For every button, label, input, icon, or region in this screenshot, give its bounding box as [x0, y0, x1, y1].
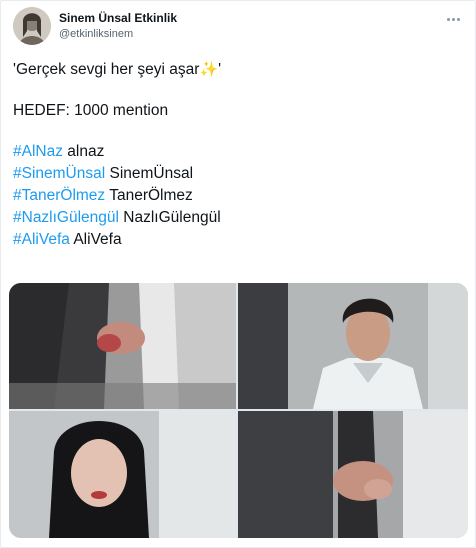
photo-woman-image — [9, 411, 236, 538]
hashtag-text: alnaz — [62, 143, 105, 160]
hashtag-text: NazlıGülengül — [118, 209, 221, 226]
tweet-line-1-end: ' — [218, 61, 222, 78]
hashtag-line: #TanerÖlmez TanerÖlmez — [13, 185, 463, 207]
hashtag-text: TanerÖlmez — [105, 187, 193, 204]
dot — [456, 17, 460, 21]
hashtag-line: #SinemÜnsal SinemÜnsal — [13, 163, 463, 185]
hashtag-line: #AliVefa AliVefa — [13, 229, 463, 251]
media-photo-hands[interactable] — [9, 283, 236, 409]
hashtag-line: #NazlıGülengül NazlıGülengül — [13, 207, 463, 229]
tweet-line-1: 'Gerçek sevgi her şeyi aşar✨' — [13, 59, 463, 81]
dot — [451, 17, 455, 21]
tweet-card: Sinem Ünsal Etkinlik @etkinliksinem 'Ger… — [0, 0, 476, 548]
media-grid — [9, 283, 468, 538]
tweet-text: 'Gerçek sevgi her şeyi aşar✨' HEDEF: 100… — [13, 59, 463, 251]
hashtag-link[interactable]: #AliVefa — [13, 231, 70, 248]
hashtag-link[interactable]: #NazlıGülengül — [13, 209, 119, 226]
tweet-line-1-text: 'Gerçek sevgi her şeyi aşar — [13, 61, 200, 78]
sparkles-icon: ✨ — [199, 61, 219, 78]
tweet-header: Sinem Ünsal Etkinlik @etkinliksinem — [13, 7, 463, 47]
hashtag-link[interactable]: #SinemÜnsal — [13, 165, 105, 182]
media-photo-man[interactable] — [238, 283, 468, 409]
more-dots-icon[interactable] — [443, 11, 463, 27]
photo-hands-closeup-image — [238, 411, 468, 538]
hashtag-text: AliVefa — [69, 231, 122, 248]
author-handle[interactable]: @etkinliksinem — [59, 28, 133, 40]
tweet-line-2: HEDEF: 1000 mention — [13, 102, 169, 119]
hashtag-link[interactable]: #AlNaz — [13, 143, 63, 160]
photo-hands-image — [9, 283, 236, 409]
hashtag-link[interactable]: #TanerÖlmez — [13, 187, 105, 204]
avatar-image — [13, 7, 51, 45]
photo-man-image — [238, 283, 468, 409]
dot — [446, 17, 450, 21]
media-photo-hands-closeup[interactable] — [238, 411, 468, 538]
hashtag-line: #AlNaz alnaz — [13, 141, 463, 163]
media-photo-woman[interactable] — [9, 411, 236, 538]
author-name[interactable]: Sinem Ünsal Etkinlik — [59, 11, 177, 25]
avatar[interactable] — [13, 7, 51, 45]
hashtag-text: SinemÜnsal — [105, 165, 194, 182]
